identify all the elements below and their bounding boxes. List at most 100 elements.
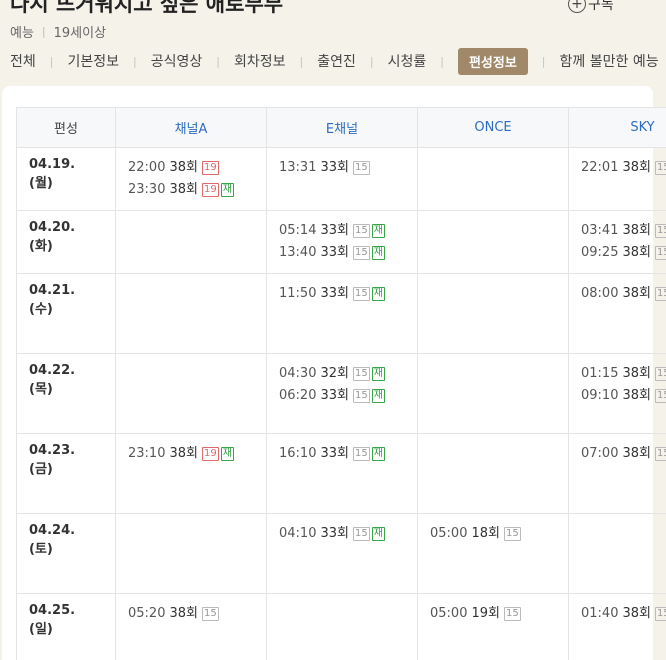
table-row: 04.25. (일) 05:2038회15 05:0019회15 01:4038회15 — [16, 593, 666, 660]
column-header-channel[interactable]: ONCE — [417, 107, 569, 148]
episode-number: 38회 — [622, 160, 651, 175]
episode-number: 18회 — [471, 526, 500, 541]
schedule-cell: 01:1538회1509:1038회15 — [568, 353, 666, 434]
rerun-badge: 재 — [371, 246, 385, 260]
table-header-row: 편성 채널A E채널 ONCE SKY — [16, 107, 666, 148]
air-time: 23:10 — [128, 446, 166, 461]
date-cell: 04.21. (수) — [16, 273, 116, 354]
age-rating-badge: 15 — [654, 607, 666, 621]
rerun-badge: 재 — [371, 287, 385, 301]
rerun-badge: 재 — [371, 447, 385, 461]
schedule-cell: 05:00 19회 15 — [417, 593, 569, 660]
age-rating-badge: 15 — [352, 246, 370, 260]
episode-number: 33회 — [320, 160, 349, 175]
schedule-cell — [266, 593, 418, 660]
episode-number: 33회 — [320, 388, 349, 403]
table-row: 04.20. (화) 05:14 33회 15 재 13:40 33회 15 재 03:41 38회… — [16, 210, 666, 274]
rerun-badge: 재 — [371, 389, 385, 403]
air-time: 13:40 — [279, 245, 317, 260]
episode-number: 33회 — [320, 223, 349, 238]
broadcast-entry[interactable]: 16:10 33회 15 재 — [279, 443, 405, 465]
table-row: 04.23. (금) 23:10 38회 19 재 16:10 33회 15 재 07:00 38회… — [16, 433, 666, 514]
broadcast-entry[interactable]: 05:14 33회 15 재 — [279, 220, 405, 242]
rerun-badge: 재 — [371, 527, 385, 541]
air-time: 22:01 — [581, 160, 619, 175]
broadcast-entry[interactable]: 05:00 19회 15 — [430, 603, 556, 625]
schedule-cell — [115, 210, 267, 274]
age-rating-badge: 15 — [503, 607, 521, 621]
schedule-cell — [417, 273, 569, 354]
date-cell: 04.25. (일) — [16, 593, 116, 660]
schedule-cell: 04:10 33회 15 재 — [266, 513, 418, 594]
episode-number: 38회 — [622, 223, 651, 238]
date-cell: 04.19. (월) — [16, 147, 116, 211]
episode-number: 32회 — [320, 366, 349, 381]
episode-number: 38회 — [622, 606, 651, 621]
schedule-cell — [568, 513, 666, 594]
age-rating-badge: 19 — [201, 183, 219, 197]
broadcast-entry[interactable]: 03:4138회15 — [581, 220, 666, 242]
age-rating-badge: 15 — [352, 447, 370, 461]
broadcast-entry[interactable]: 13:31 33회 15 — [279, 157, 405, 179]
age-rating-badge: 15 — [654, 287, 666, 301]
broadcast-entry[interactable]: 23:30 38회 19 재 — [128, 179, 254, 201]
broadcast-entry[interactable]: 09:1038회15 — [581, 385, 666, 407]
age-rating-badge: 15 — [654, 246, 666, 260]
schedule-cell — [417, 353, 569, 434]
date-cell: 04.23. (금) — [16, 433, 116, 514]
table-row: 04.19. (월) 22:00 38회 19 23:30 38회 19 재 13:31 33회 1… — [16, 147, 666, 211]
broadcast-entry[interactable]: 23:10 38회 19 재 — [128, 443, 254, 465]
schedule-cell: 11:50 33회 15 재 — [266, 273, 418, 354]
column-header-channel[interactable]: SKY — [568, 107, 666, 148]
schedule-cell: 05:00 18회 15 — [417, 513, 569, 594]
air-time: 23:30 — [128, 182, 166, 197]
schedule-cell: 22:00 38회 19 23:30 38회 19 재 — [115, 147, 267, 211]
schedule-cell: 03:4138회1509:2538회15 — [568, 210, 666, 274]
column-header-channel[interactable]: 채널A — [115, 107, 267, 148]
schedule-cell — [115, 353, 267, 434]
air-time: 01:15 — [581, 366, 619, 381]
broadcast-entry[interactable]: 22:0138회15 — [581, 157, 666, 179]
column-header-channel[interactable]: E채널 — [266, 107, 418, 148]
schedule-cell: 05:20 38회 15 — [115, 593, 267, 660]
rerun-badge: 재 — [220, 447, 234, 461]
broadcast-entry[interactable]: 04:30 32회 15 재 — [279, 363, 405, 385]
broadcast-entry[interactable]: 09:2538회15 — [581, 242, 666, 264]
broadcast-entry[interactable]: 05:20 38회 15 — [128, 603, 254, 625]
schedule-table: 편성 채널A E채널 ONCE SKY 04.19. (월) 22:00 38회 19 23:3… — [16, 107, 666, 660]
air-time: 05:00 — [430, 526, 468, 541]
schedule-cell — [417, 210, 569, 274]
broadcast-entry[interactable]: 01:1538회15 — [581, 363, 666, 385]
broadcast-entry[interactable]: 13:40 33회 15 재 — [279, 242, 405, 264]
broadcast-entry[interactable]: 22:00 38회 19 — [128, 157, 254, 179]
schedule-cell: 16:10 33회 15 재 — [266, 433, 418, 514]
air-time: 04:30 — [279, 366, 317, 381]
broadcast-entry[interactable]: 06:20 33회 15 재 — [279, 385, 405, 407]
air-time: 13:31 — [279, 160, 317, 175]
broadcast-entry[interactable]: 05:00 18회 15 — [430, 523, 556, 545]
schedule-cell: 08:0038회15 — [568, 273, 666, 354]
age-rating-badge: 15 — [352, 389, 370, 403]
air-time: 05:14 — [279, 223, 317, 238]
rerun-badge: 재 — [220, 183, 234, 197]
broadcast-entry[interactable]: 01:4038회15 — [581, 603, 666, 625]
schedule-cell: 01:4038회15 — [568, 593, 666, 660]
table-row: 04.24. (토) 04:10 33회 15 재 05:00 18회 15 — [16, 513, 666, 594]
broadcast-entry[interactable]: 07:0038회15 — [581, 443, 666, 465]
schedule-cell: 13:31 33회 15 — [266, 147, 418, 211]
date-cell: 04.24. (토) — [16, 513, 116, 594]
schedule-cell: 04:30 32회 15 재 06:20 33회 15 재 — [266, 353, 418, 434]
broadcast-entry[interactable]: 04:10 33회 15 재 — [279, 523, 405, 545]
air-time: 09:10 — [581, 388, 619, 403]
broadcast-entry[interactable]: 08:0038회15 — [581, 283, 666, 305]
episode-number: 33회 — [320, 446, 349, 461]
air-time: 22:00 — [128, 160, 166, 175]
age-rating-badge: 15 — [654, 224, 666, 238]
broadcast-entry[interactable]: 11:50 33회 15 재 — [279, 283, 405, 305]
column-header-schedule: 편성 — [16, 107, 116, 148]
episode-number: 38회 — [622, 388, 651, 403]
episode-number: 38회 — [169, 606, 198, 621]
date-cell: 04.20. (화) — [16, 210, 116, 274]
age-rating-badge: 15 — [654, 447, 666, 461]
air-time: 05:00 — [430, 606, 468, 621]
